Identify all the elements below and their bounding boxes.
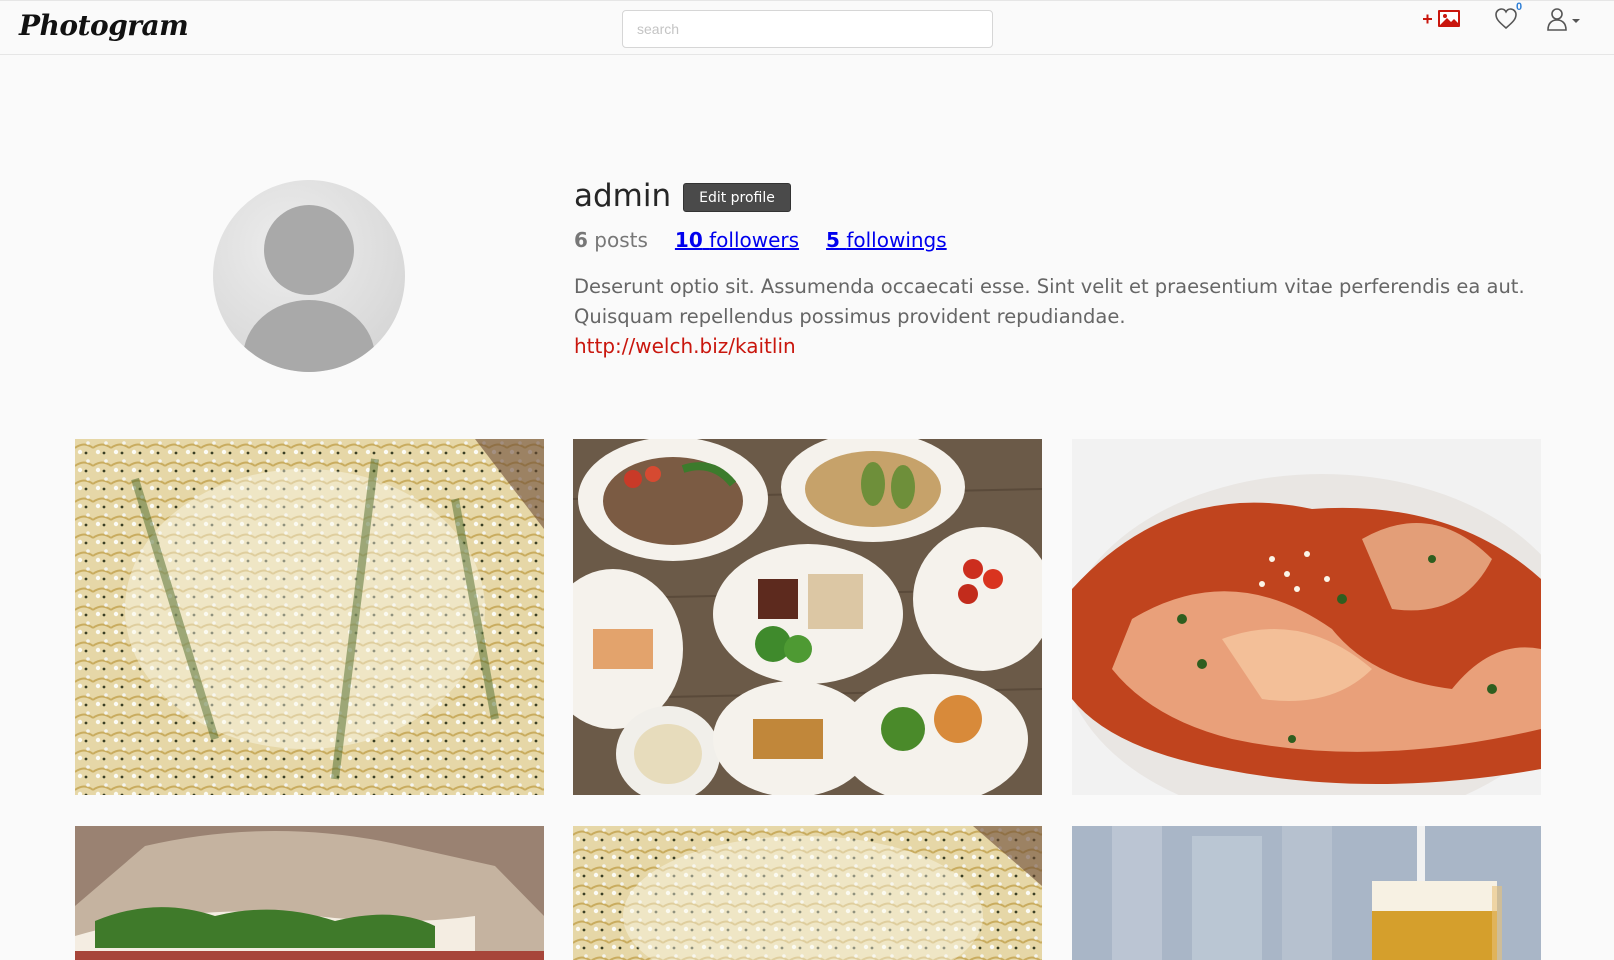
edit-profile-button[interactable]: Edit profile [683,183,791,212]
post-image [1072,826,1541,960]
default-avatar-icon [243,205,375,372]
notification-count: 0 [1516,1,1523,13]
search-input[interactable] [622,10,993,48]
notifications-button[interactable]: 0 [1494,1,1528,33]
post-thumbnail[interactable] [1072,826,1541,960]
post-image [573,826,1042,960]
add-post-button[interactable] [1421,1,1465,33]
profile-stats: 6 posts 10 followers 5 followings [574,228,947,252]
followers-count: 10 [674,228,703,252]
posts-label: posts [594,228,648,252]
post-image [1072,439,1541,795]
post-image [75,826,544,960]
profile-avatar [213,180,405,372]
navbar: Photogram 0 [0,0,1614,55]
posts-stat: 6 posts [574,228,648,252]
profile-bio: Deserunt optio sit. Assumenda occaecati … [574,275,1525,328]
profile-username: admin [574,178,672,214]
followings-link[interactable]: 5 followings [826,228,947,252]
followers-link[interactable]: 10 followers [675,228,799,252]
profile-website-link[interactable]: http://welch.biz/kaitlin [574,334,796,358]
user-icon [1547,8,1580,31]
post-thumbnail[interactable] [75,439,544,795]
caret-down-icon [1572,19,1580,23]
post-thumbnail[interactable] [573,826,1042,960]
user-menu-button[interactable] [1545,1,1585,33]
followings-count: 5 [826,228,840,252]
followings-label: followings [846,228,947,252]
brand-logo[interactable]: Photogram [19,9,189,42]
add-image-icon [1423,10,1460,27]
followers-label: followers [709,228,800,252]
post-thumbnail[interactable] [1072,439,1541,795]
posts-count: 6 [574,228,588,252]
post-image [75,439,544,795]
post-thumbnail[interactable] [75,826,544,960]
post-image [573,439,1042,795]
post-thumbnail[interactable] [573,439,1042,795]
